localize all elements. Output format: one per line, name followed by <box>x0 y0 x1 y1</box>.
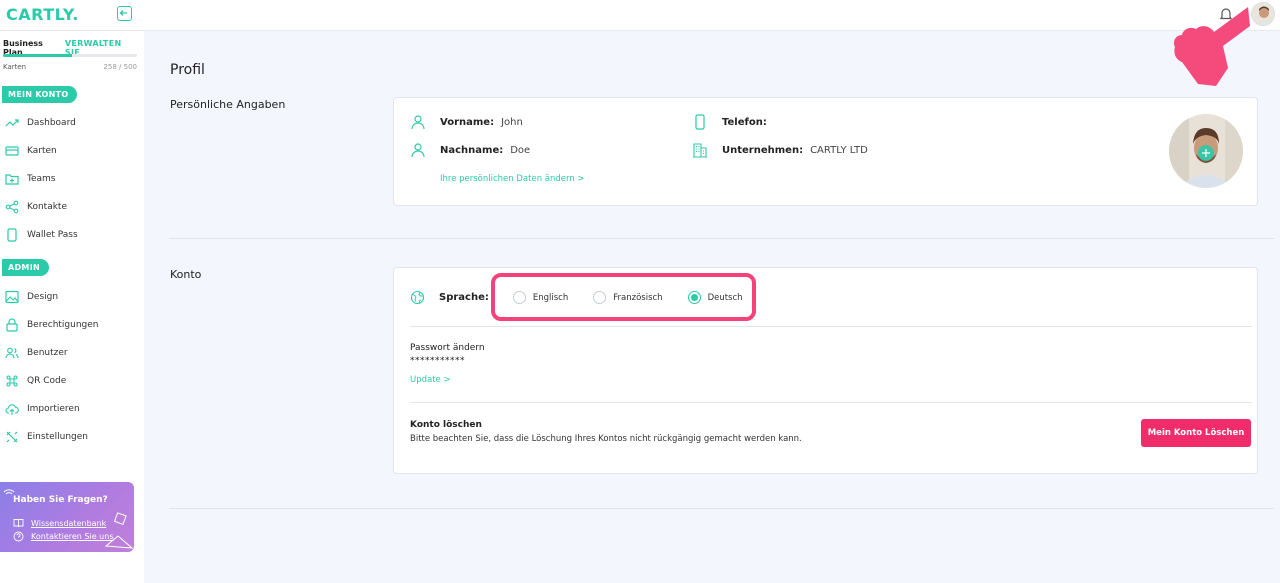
folder-plus-icon <box>5 172 19 186</box>
share-icon <box>5 200 19 214</box>
sidebar-item-berechtigungen[interactable]: Berechtigungen <box>0 315 144 335</box>
sidebar-item-kontakte[interactable]: Kontakte <box>0 197 144 217</box>
first-name-field: Vorname: John <box>410 114 523 130</box>
deco-shapes-icon <box>104 512 134 549</box>
help-card: Haben Sie Fragen? Wissensdatenbank Konta… <box>0 482 134 552</box>
tools-icon <box>5 430 19 444</box>
command-icon <box>5 374 19 388</box>
cartly-logo[interactable]: CARTLY. <box>6 5 79 24</box>
sidebar-item-label: Einstellungen <box>27 432 89 442</box>
sidebar-item-teams[interactable]: Teams <box>0 169 144 189</box>
account-section-label: Konto <box>170 268 202 281</box>
personal-section-label: Persönliche Angaben <box>170 98 286 111</box>
delete-account-warning: Bitte beachten Sie, dass die Löschung Ih… <box>410 434 802 444</box>
user-icon <box>410 142 426 158</box>
sidebar-item-qr-code[interactable]: QR Code <box>0 371 144 391</box>
lock-icon <box>5 318 19 332</box>
language-label: Sprache: <box>439 292 489 303</box>
sidebar-item-design[interactable]: Design <box>0 287 144 307</box>
sidebar-item-benutzer[interactable]: Benutzer <box>0 343 144 363</box>
personal-info-card: Vorname: John Nachname: Doe Telefon: Unt… <box>393 97 1258 206</box>
sidebar-item-label: Importieren <box>27 404 80 414</box>
book-icon <box>13 519 24 528</box>
image-icon <box>5 290 19 304</box>
help-circle-icon <box>13 531 24 542</box>
page-title: Profil <box>170 62 205 78</box>
sidebar: Business Plan VERWALTEN SIE Karten 258 /… <box>0 31 144 583</box>
top-bar: CARTLY. <box>0 0 1280 31</box>
delete-account-button[interactable]: Mein Konto Löschen <box>1141 419 1251 447</box>
globe-icon <box>410 290 425 305</box>
phone-icon <box>5 228 19 242</box>
last-name-field: Nachname: Doe <box>410 142 530 158</box>
section-divider <box>169 238 1274 239</box>
plan-usage-row: Karten 258 / 500 <box>3 63 137 71</box>
sidebar-item-label: Design <box>27 292 59 302</box>
sidebar-item-einstellungen[interactable]: Einstellungen <box>0 427 144 447</box>
plan-count: 258 / 500 <box>103 63 137 71</box>
sidebar-item-label: Dashboard <box>27 118 76 128</box>
collapse-sidebar-button[interactable] <box>117 6 132 21</box>
contact-us-link[interactable]: Kontaktieren Sie uns <box>13 531 114 542</box>
sidebar-item-label: Wallet Pass <box>27 230 78 240</box>
users-icon <box>5 346 19 360</box>
trend-icon <box>5 116 19 130</box>
pointing-hand-icon <box>1173 7 1250 86</box>
plan-usage-fill <box>3 54 73 57</box>
section-admin: ADMIN <box>2 259 49 276</box>
sidebar-item-label: Karten <box>27 146 57 156</box>
profile-photo[interactable] <box>1169 114 1243 188</box>
language-highlight-box <box>491 273 756 321</box>
sidebar-item-label: Kontakte <box>27 202 67 212</box>
card-divider <box>410 326 1252 327</box>
user-icon <box>410 114 426 130</box>
sidebar-item-label: Teams <box>27 174 56 184</box>
sidebar-item-karten[interactable]: Karten <box>0 141 144 161</box>
upload-cloud-icon <box>5 402 19 416</box>
password-update-link[interactable]: Update > <box>410 375 451 385</box>
section-my-account: MEIN KONTO <box>2 86 78 103</box>
sidebar-item-label: Benutzer <box>27 348 68 358</box>
edit-personal-data-link[interactable]: Ihre persönlichen Daten ändern > <box>440 174 585 184</box>
sidebar-item-label: Berechtigungen <box>27 320 99 330</box>
arrow-left-icon <box>119 10 127 16</box>
sidebar-item-wallet-pass[interactable]: Wallet Pass <box>0 225 144 245</box>
delete-account-title: Konto löschen <box>410 420 482 430</box>
plan-resource-label: Karten <box>3 63 27 71</box>
user-avatar[interactable] <box>1251 2 1275 26</box>
section-divider <box>169 508 1274 509</box>
sidebar-item-importieren[interactable]: Importieren <box>0 399 144 419</box>
password-value: *********** <box>410 356 465 366</box>
password-title: Passwort ändern <box>410 343 485 353</box>
main-content: Profil Persönliche Angaben Vorname: John… <box>144 31 1280 583</box>
account-card: Sprache: Englisch Französisch Deutsch Pa… <box>393 267 1258 474</box>
sidebar-item-dashboard[interactable]: Dashboard <box>0 113 144 133</box>
card-divider <box>410 402 1252 403</box>
building-icon <box>692 142 708 158</box>
plan-usage-bar <box>3 54 137 57</box>
phone-icon <box>692 114 708 130</box>
company-field: Unternehmen: CARTLY LTD <box>692 142 868 158</box>
card-icon <box>5 144 19 158</box>
help-title: Haben Sie Fragen? <box>13 495 108 505</box>
sidebar-item-label: QR Code <box>27 376 67 386</box>
phone-field: Telefon: <box>692 114 774 130</box>
knowledge-base-link[interactable]: Wissensdatenbank <box>13 518 106 528</box>
